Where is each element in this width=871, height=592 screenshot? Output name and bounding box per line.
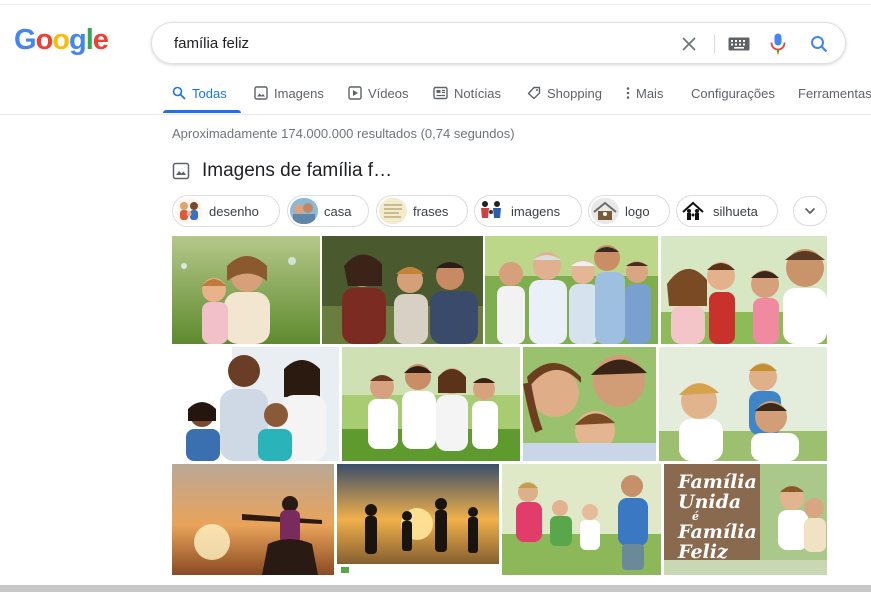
image-result[interactable]	[172, 236, 320, 344]
newspaper-icon	[433, 86, 448, 100]
close-icon[interactable]	[677, 32, 701, 56]
browser-top-edge	[0, 0, 871, 5]
chip-thumbnail	[477, 198, 505, 224]
chip-label: silhueta	[713, 203, 758, 219]
chip-frases[interactable]: frases	[376, 195, 468, 227]
image-result[interactable]	[172, 464, 334, 575]
chip-thumbnail	[679, 198, 707, 224]
tab-noticias[interactable]: Notícias	[433, 86, 501, 114]
overlay-line: Família	[678, 471, 757, 493]
chip-label: frases	[413, 203, 449, 219]
keyboard-icon[interactable]	[727, 32, 751, 56]
chip-logo[interactable]: logo	[588, 195, 670, 227]
chips-expand-button[interactable]	[793, 196, 827, 226]
overlay-line: Feliz	[678, 541, 728, 563]
search-box[interactable]	[151, 22, 846, 64]
chip-label: imagens	[511, 203, 561, 219]
image-result[interactable]	[502, 464, 661, 575]
page-bottom-bar	[0, 585, 871, 592]
logo-letter: l	[85, 24, 94, 56]
chip-casa[interactable]: casa	[287, 195, 369, 227]
image-result[interactable]	[661, 236, 827, 344]
tab-configuracoes[interactable]: Configurações	[691, 86, 775, 114]
search-icon	[172, 86, 186, 100]
chip-label: casa	[324, 203, 352, 219]
search-input[interactable]	[174, 33, 654, 53]
image-result[interactable]: Família Unida é Família Feliz	[664, 464, 827, 575]
image-result[interactable]	[523, 347, 656, 461]
tab-label: Ferramentas	[798, 86, 871, 101]
active-tab-indicator	[163, 110, 241, 113]
logo-letter: g	[69, 24, 87, 56]
tab-label: Mais	[636, 86, 664, 101]
tab-label: Notícias	[454, 86, 501, 101]
image-icon	[172, 162, 190, 180]
logo-letter: e	[92, 24, 109, 56]
tab-ferramentas[interactable]: Ferramentas	[798, 86, 871, 114]
image-result[interactable]	[337, 464, 499, 575]
chevron-down-icon	[804, 202, 816, 220]
tab-label: Todas	[192, 86, 227, 101]
overlay-line: Unida	[678, 491, 742, 513]
image-result[interactable]	[659, 347, 827, 461]
logo-letter: o	[52, 24, 70, 56]
image-result[interactable]	[322, 236, 483, 344]
chip-thumbnail	[591, 198, 619, 224]
image-result[interactable]	[342, 347, 520, 461]
more-vert-icon	[626, 86, 630, 100]
images-heading-text: Imagens de família f…	[202, 160, 393, 181]
search-icon[interactable]	[807, 32, 831, 56]
play-icon	[348, 86, 362, 100]
image-result[interactable]	[485, 236, 658, 344]
tab-label: Configurações	[691, 86, 775, 101]
tab-videos[interactable]: Vídeos	[348, 86, 408, 114]
chip-label: desenho	[209, 203, 259, 219]
tab-mais[interactable]: Mais	[626, 86, 663, 114]
chip-silhueta[interactable]: silhueta	[676, 195, 778, 227]
chip-thumbnail	[379, 198, 407, 224]
logo-letter: G	[14, 24, 37, 56]
images-section-heading[interactable]: Imagens de família f…	[172, 158, 392, 184]
results-stats: Aproximadamente 174.000.000 resultados (…	[172, 126, 515, 141]
tab-label: Imagens	[274, 86, 324, 101]
search-divider	[714, 34, 715, 54]
tab-shopping[interactable]: Shopping	[527, 86, 602, 114]
tab-label: Shopping	[547, 86, 602, 101]
google-logo[interactable]: Google	[14, 24, 109, 57]
tab-label: Vídeos	[368, 86, 409, 101]
overlay-line: Família	[678, 521, 757, 543]
tabs-divider	[0, 114, 871, 115]
image-result[interactable]	[172, 347, 339, 461]
image-icon	[254, 86, 268, 100]
chip-label: logo	[625, 203, 650, 219]
chip-imagens[interactable]: imagens	[474, 195, 582, 227]
search-tabs: Todas Imagens Vídeos Notícias Shopping M…	[0, 80, 871, 116]
tab-imagens[interactable]: Imagens	[254, 86, 324, 114]
logo-letter: o	[35, 24, 54, 56]
image-overlay-text: Família Unida é Família Feliz	[678, 472, 768, 562]
tag-icon	[527, 86, 541, 100]
chip-thumbnail	[290, 198, 318, 224]
microphone-icon[interactable]	[766, 32, 790, 56]
chip-thumbnail	[175, 198, 203, 224]
chip-desenho[interactable]: desenho	[172, 195, 280, 227]
